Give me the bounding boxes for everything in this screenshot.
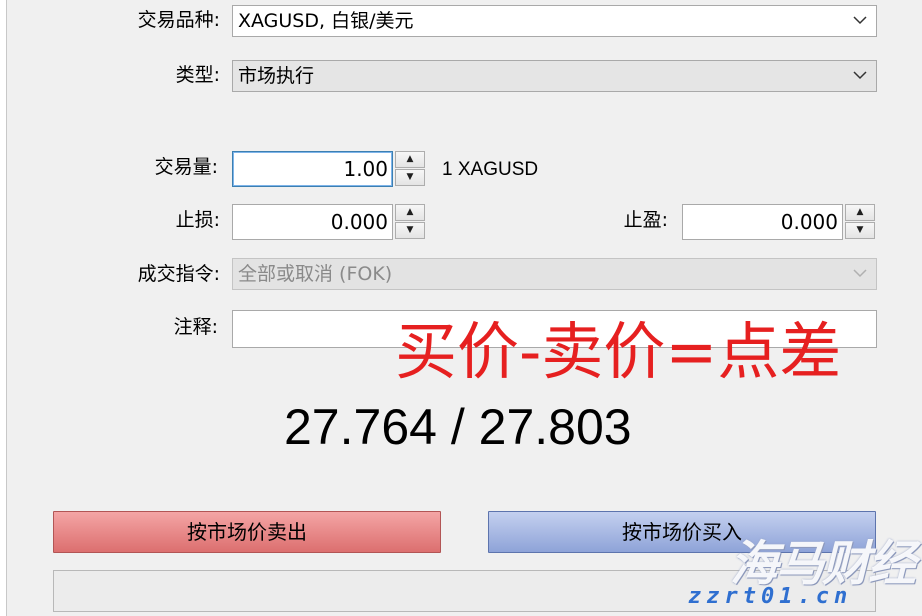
volume-stepper[interactable]: ▲ ▼ xyxy=(395,151,425,187)
watermark-logo: 海马财经 zzrt01.cn xyxy=(674,516,922,616)
sell-by-market-button[interactable]: 按市场价卖出 xyxy=(53,511,441,553)
type-select[interactable]: 市场执行 xyxy=(232,60,877,92)
symbol-label: 交易品种: xyxy=(137,9,220,31)
type-label: 类型: xyxy=(175,64,220,86)
fill-policy-value: 全部或取消 (FOK) xyxy=(238,263,393,285)
take-profit-label: 止盈: xyxy=(623,209,668,231)
price-separator: / xyxy=(450,399,465,455)
volume-up-button[interactable]: ▲ xyxy=(395,151,425,168)
chevron-down-icon xyxy=(853,71,867,80)
watermark-site: zzrt01.cn xyxy=(688,584,853,609)
volume-input[interactable]: 1.00 xyxy=(232,151,393,187)
fill-policy-label: 成交指令: xyxy=(137,263,220,285)
spread-annotation: 买价-卖价=点差 xyxy=(395,315,842,388)
stop-loss-down-button[interactable]: ▼ xyxy=(395,222,425,239)
chevron-down-icon xyxy=(853,16,867,25)
take-profit-stepper[interactable]: ▲ ▼ xyxy=(845,204,875,240)
stop-loss-label: 止损: xyxy=(175,209,220,231)
take-profit-input[interactable]: 0.000 xyxy=(682,204,843,240)
take-profit-down-button[interactable]: ▼ xyxy=(845,222,875,239)
fill-policy-select: 全部或取消 (FOK) xyxy=(232,258,877,290)
volume-unit: 1 XAGUSD xyxy=(442,159,539,180)
volume-label: 交易量: xyxy=(154,156,218,178)
stop-loss-up-button[interactable]: ▲ xyxy=(395,204,425,221)
chevron-down-icon xyxy=(853,269,867,278)
type-value: 市场执行 xyxy=(238,65,315,87)
comment-label: 注释: xyxy=(173,316,218,338)
quote-display: 27.764 / 27.803 xyxy=(284,392,632,462)
take-profit-up-button[interactable]: ▲ xyxy=(845,204,875,221)
symbol-select[interactable]: XAGUSD, 白银/美元 xyxy=(232,5,877,37)
window-edge xyxy=(0,0,7,616)
ask-price: 27.803 xyxy=(478,399,632,455)
stop-loss-input[interactable]: 0.000 xyxy=(232,204,393,240)
symbol-value: XAGUSD, 白银/美元 xyxy=(238,10,414,32)
stop-loss-stepper[interactable]: ▲ ▼ xyxy=(395,204,425,240)
volume-down-button[interactable]: ▼ xyxy=(395,169,425,186)
bid-price: 27.764 xyxy=(284,399,437,455)
